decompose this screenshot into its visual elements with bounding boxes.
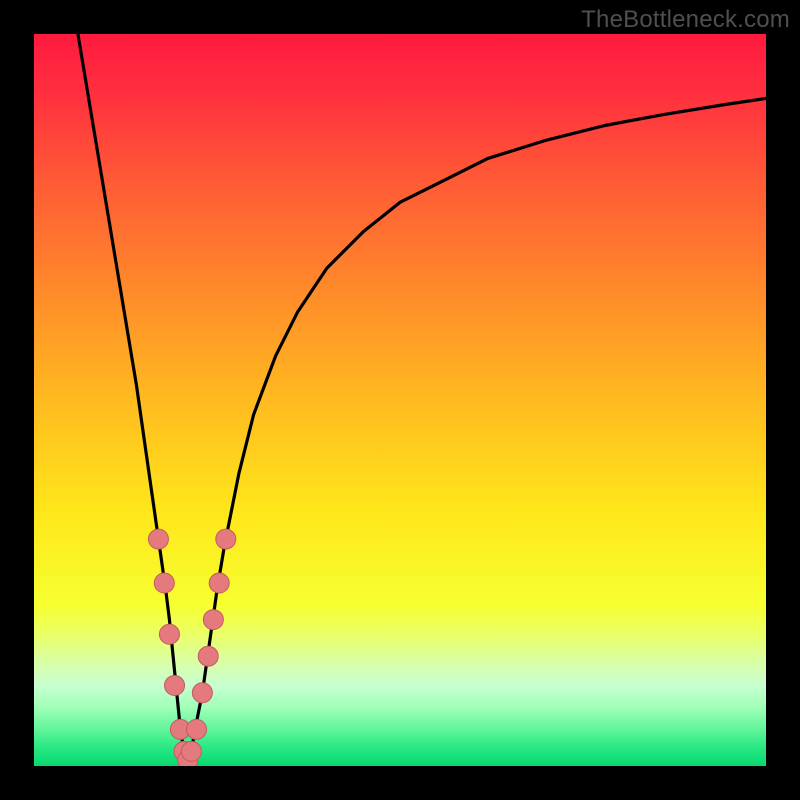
data-marker — [148, 529, 168, 549]
data-marker — [154, 573, 174, 593]
data-marker — [198, 646, 218, 666]
data-marker — [159, 624, 179, 644]
data-marker — [192, 683, 212, 703]
data-marker — [187, 719, 207, 739]
data-marker — [209, 573, 229, 593]
data-marker — [203, 610, 223, 630]
watermark-text: TheBottleneck.com — [581, 6, 790, 34]
data-marker — [216, 529, 236, 549]
chart-svg — [34, 34, 766, 766]
gradient-background — [34, 34, 766, 766]
outer-frame: TheBottleneck.com — [0, 0, 800, 800]
plot-area — [34, 34, 766, 766]
data-marker — [181, 741, 201, 761]
data-marker — [165, 675, 185, 695]
